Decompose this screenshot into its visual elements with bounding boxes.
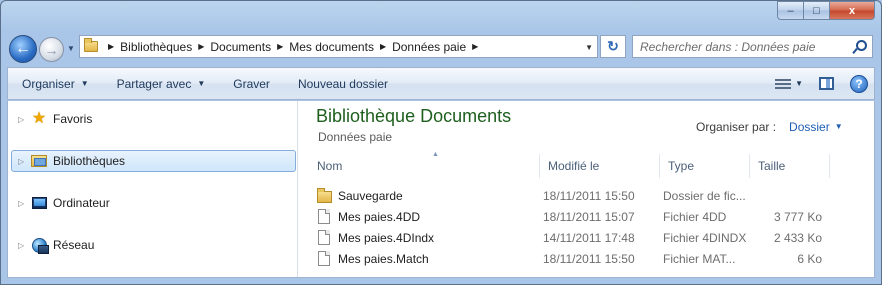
file-size: 2 433 Ko (773, 230, 822, 245)
caption-buttons: – □ x (777, 1, 875, 21)
breadcrumb-item[interactable]: Mes documents (289, 40, 374, 54)
sidebar-item-label: Favoris (53, 112, 93, 126)
chevron-right-icon[interactable]: ▶ (277, 42, 283, 51)
explorer-body: ▷ ★ Favoris ▷ Bibliothèques ▷ Ordinateur… (7, 101, 875, 278)
search-box (632, 35, 873, 58)
file-modified: 18/11/2011 15:50 (543, 188, 635, 203)
file-size (750, 185, 830, 206)
back-arrow-icon: ← (15, 40, 31, 57)
search-input[interactable] (640, 39, 840, 54)
breadcrumb-item[interactable]: Documents (210, 40, 271, 54)
chevron-down-icon: ▼ (197, 79, 206, 88)
libraries-icon (31, 153, 47, 169)
new-folder-button[interactable]: Nouveau dossier (284, 68, 402, 99)
file-modified: 18/11/2011 15:50 (543, 251, 635, 266)
command-bar: Organiser ▼ Partager avec ▼ Graver Nouveau… (7, 67, 875, 100)
column-header-name[interactable]: Nom (309, 154, 540, 178)
sidebar-item-libraries[interactable]: ▷ Bibliothèques (8, 150, 298, 172)
forward-button[interactable]: → (39, 37, 64, 62)
maximize-button[interactable]: □ (804, 1, 830, 20)
search-icon[interactable] (853, 39, 867, 54)
explorer-window: – □ x ← → ▼ ▶ Bibliothèques ▶ Documents … (0, 0, 882, 285)
arrange-by-label: Organiser par : (696, 120, 777, 134)
column-header-size[interactable]: Taille (750, 154, 830, 178)
file-list-pane: Bibliothèque Documents Données paie Orga… (299, 101, 874, 277)
burn-button[interactable]: Graver (219, 68, 284, 99)
file-type: Dossier de fic... (663, 188, 746, 203)
close-button[interactable]: x (830, 1, 875, 20)
file-type: Fichier 4DINDX (663, 230, 747, 245)
table-row[interactable]: Sauvegarde 18/11/2011 15:50 Dossier de f… (309, 185, 839, 206)
file-type: Fichier MAT... (663, 251, 736, 266)
chevron-down-icon: ▼ (80, 79, 89, 88)
forward-arrow-icon: → (44, 41, 59, 58)
library-title: Bibliothèque Documents (316, 106, 512, 126)
expand-icon[interactable]: ▷ (18, 157, 31, 166)
address-dropdown-icon[interactable]: ▼ (585, 43, 593, 52)
breadcrumb-item[interactable]: Bibliothèques (120, 40, 192, 54)
address-bar[interactable]: ▶ Bibliothèques ▶ Documents ▶ Mes docume… (79, 35, 598, 58)
file-modified: 14/11/2011 17:48 (543, 230, 635, 245)
breadcrumb-item[interactable]: Données paie (392, 40, 466, 54)
share-with-label: Partager avec (116, 76, 192, 91)
help-icon[interactable]: ? (850, 74, 868, 93)
file-icon (317, 229, 331, 246)
chevron-right-icon[interactable]: ▶ (108, 42, 114, 51)
navigation-pane: ▷ ★ Favoris ▷ Bibliothèques ▷ Ordinateur… (8, 101, 298, 277)
chevron-right-icon[interactable]: ▶ (198, 42, 204, 51)
file-name: Sauvegarde (338, 188, 403, 203)
back-button[interactable]: ← (9, 35, 37, 63)
preview-pane-icon[interactable] (819, 77, 834, 90)
arrange-by-dropdown[interactable]: Dossier (789, 120, 830, 134)
organize-button[interactable]: Organiser ▼ (8, 68, 103, 99)
sidebar-item-label: Ordinateur (53, 196, 110, 210)
folder-icon (80, 36, 102, 57)
expand-icon[interactable]: ▷ (18, 199, 31, 208)
column-header-type[interactable]: Type (660, 154, 750, 178)
refresh-button[interactable]: ↻ (600, 35, 626, 58)
column-header-modified[interactable]: Modifié le (540, 154, 660, 178)
recent-pages-dropdown-icon[interactable]: ▼ (67, 44, 75, 53)
sidebar-item-computer[interactable]: ▷ Ordinateur (8, 192, 298, 214)
organize-label: Organiser (22, 76, 75, 91)
file-icon (317, 250, 331, 267)
chevron-down-icon[interactable]: ▼ (835, 122, 843, 134)
arrange-by: Organiser par : Dossier ▼ (696, 120, 843, 134)
file-size: 6 Ko (797, 251, 822, 266)
file-type: Fichier 4DD (663, 209, 727, 224)
view-options-dropdown-icon[interactable]: ▼ (795, 79, 803, 88)
minimize-button[interactable]: – (777, 1, 804, 20)
table-row[interactable]: Mes paies.4DD 18/11/2011 15:07 Fichier 4… (309, 206, 839, 227)
sidebar-item-favorites[interactable]: ▷ ★ Favoris (8, 108, 298, 130)
breadcrumb: ▶ Bibliothèques ▶ Documents ▶ Mes docume… (102, 40, 484, 54)
file-name: Mes paies.4DIndx (338, 230, 435, 245)
share-with-button[interactable]: Partager avec ▼ (103, 68, 220, 99)
network-icon (31, 237, 49, 254)
expand-icon[interactable]: ▷ (18, 115, 31, 124)
expand-icon[interactable]: ▷ (18, 241, 31, 250)
sort-ascending-icon: ▲ (432, 151, 439, 158)
change-view-icon[interactable] (775, 78, 792, 90)
column-headers: ▲ Nom Modifié le Type Taille (309, 151, 839, 178)
computer-icon (31, 195, 47, 211)
sidebar-item-network[interactable]: ▷ Réseau (8, 234, 298, 256)
chevron-right-icon[interactable]: ▶ (380, 42, 386, 51)
folder-icon (317, 187, 332, 204)
file-name: Mes paies.4DD (338, 209, 421, 224)
chevron-right-icon[interactable]: ▶ (472, 42, 478, 51)
table-row[interactable]: Mes paies.Match 18/11/2011 15:50 Fichier… (309, 248, 839, 269)
library-subtitle: Données paie (318, 130, 393, 144)
refresh-icon: ↻ (607, 38, 619, 54)
navigation-bar: ← → ▼ ▶ Bibliothèques ▶ Documents ▶ Mes … (1, 28, 881, 64)
table-row[interactable]: Mes paies.4DIndx 14/11/2011 17:48 Fichie… (309, 227, 839, 248)
file-name: Mes paies.Match (338, 251, 429, 266)
file-icon (317, 208, 331, 225)
file-size: 3 777 Ko (773, 209, 822, 224)
sidebar-item-label: Réseau (53, 238, 95, 252)
star-icon: ★ (31, 110, 47, 127)
sidebar-item-label: Bibliothèques (53, 154, 126, 168)
file-modified: 18/11/2011 15:07 (543, 209, 635, 224)
